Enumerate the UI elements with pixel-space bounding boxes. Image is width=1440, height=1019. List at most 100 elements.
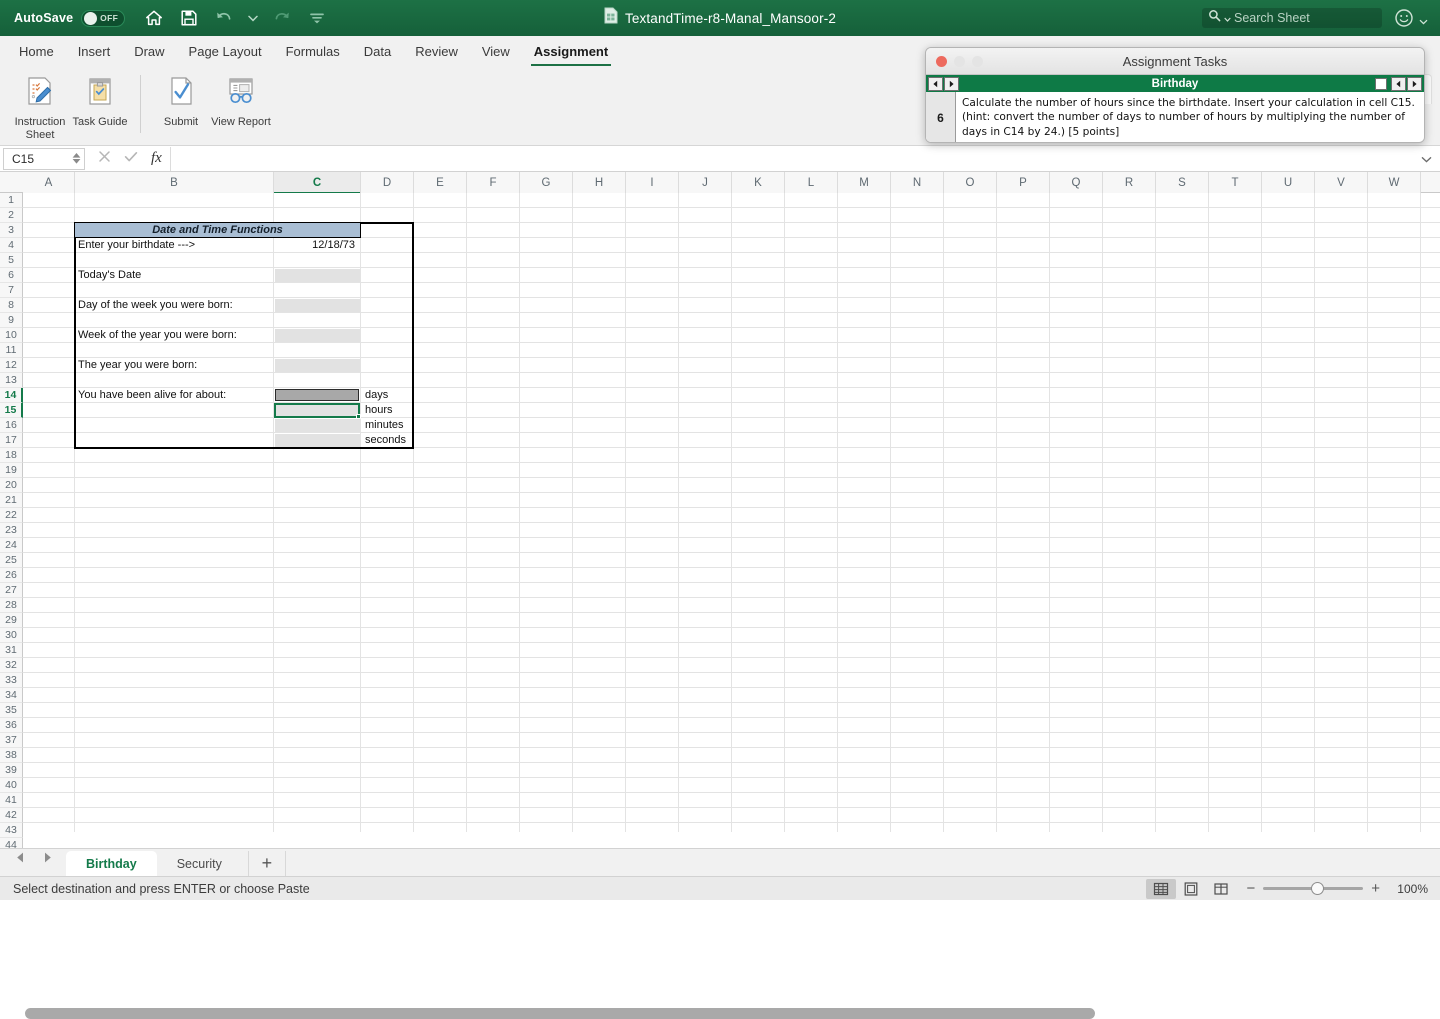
column-header-D[interactable]: D (361, 172, 414, 193)
cell-B10[interactable]: Week of the year you were born: (76, 328, 273, 342)
search-input[interactable]: Search Sheet (1234, 11, 1310, 25)
row-header-24[interactable]: 24 (0, 538, 23, 553)
next-sheet-icon[interactable] (41, 851, 54, 869)
submit-button[interactable]: Submit (151, 71, 211, 129)
page-break-view-icon[interactable] (1206, 879, 1236, 899)
save-icon[interactable] (178, 7, 200, 29)
zoom-out-button[interactable]: − (1246, 881, 1255, 896)
ribbon-tab-view[interactable]: View (471, 39, 521, 65)
column-header-F[interactable]: F (467, 172, 520, 193)
cell-B4[interactable]: Enter your birthdate ---> (76, 238, 273, 252)
column-header-W[interactable]: W (1368, 172, 1421, 193)
formula-bar-expand-icon[interactable] (1421, 150, 1432, 168)
row-header-9[interactable]: 9 (0, 313, 23, 328)
page-layout-view-icon[interactable] (1176, 879, 1206, 899)
column-header-U[interactable]: U (1262, 172, 1315, 193)
row-header-26[interactable]: 26 (0, 568, 23, 583)
customize-toolbar-icon[interactable] (306, 7, 328, 29)
sheet-tab-security[interactable]: Security (157, 851, 242, 876)
normal-view-icon[interactable] (1146, 878, 1177, 899)
cell-B8[interactable]: Day of the week you were born: (76, 298, 273, 312)
ribbon-tab-assignment[interactable]: Assignment (523, 39, 619, 66)
row-header-5[interactable]: 5 (0, 253, 23, 268)
column-header-O[interactable]: O (944, 172, 997, 193)
column-header-B[interactable]: B (75, 172, 274, 193)
row-header-20[interactable]: 20 (0, 478, 23, 493)
column-header-L[interactable]: L (785, 172, 838, 193)
column-header-T[interactable]: T (1209, 172, 1262, 193)
column-header-N[interactable]: N (891, 172, 944, 193)
row-header-32[interactable]: 32 (0, 658, 23, 673)
row-header-23[interactable]: 23 (0, 523, 23, 538)
row-header-16[interactable]: 16 (0, 418, 23, 433)
column-header-E[interactable]: E (414, 172, 467, 193)
zoom-slider[interactable]: − + (1246, 881, 1380, 896)
row-header-35[interactable]: 35 (0, 703, 23, 718)
row-header-13[interactable]: 13 (0, 373, 23, 388)
cell-D15[interactable]: hours (363, 403, 413, 417)
zoom-level-label[interactable]: 100% (1386, 882, 1428, 896)
column-header-C[interactable]: C (274, 172, 361, 194)
row-header-37[interactable]: 37 (0, 733, 23, 748)
row-header-40[interactable]: 40 (0, 778, 23, 793)
cancel-icon[interactable] (98, 150, 111, 168)
home-icon[interactable] (143, 7, 165, 29)
row-header-1[interactable]: 1 (0, 193, 23, 208)
row-header-10[interactable]: 10 (0, 328, 23, 343)
add-sheet-button[interactable]: + (247, 851, 286, 876)
feedback-group[interactable] (1394, 8, 1428, 33)
assignment-tasks-window[interactable]: Assignment Tasks Birthday 6 Calculate th… (925, 47, 1425, 143)
row-header-31[interactable]: 31 (0, 643, 23, 658)
column-header-G[interactable]: G (520, 172, 573, 193)
column-header-I[interactable]: I (626, 172, 679, 193)
column-header-J[interactable]: J (679, 172, 732, 193)
row-header-12[interactable]: 12 (0, 358, 23, 373)
copy-source-cell-C14[interactable] (275, 389, 359, 401)
active-cell-C15[interactable] (274, 403, 360, 418)
row-header-11[interactable]: 11 (0, 343, 23, 358)
grid-cells[interactable]: Date and Time Functions Enter your birthd… (23, 193, 1440, 832)
row-header-2[interactable]: 2 (0, 208, 23, 223)
ribbon-tab-draw[interactable]: Draw (123, 39, 175, 65)
row-header-15[interactable]: 15 (0, 403, 23, 418)
cell-B6[interactable]: Today's Date (76, 268, 273, 282)
row-header-17[interactable]: 17 (0, 433, 23, 448)
cell-D16[interactable]: minutes (363, 418, 413, 432)
horizontal-scrollbar[interactable] (25, 1008, 1095, 1019)
column-header-H[interactable]: H (573, 172, 626, 193)
row-header-39[interactable]: 39 (0, 763, 23, 778)
cell-D14[interactable]: days (363, 388, 413, 402)
row-header-41[interactable]: 41 (0, 793, 23, 808)
row-header-22[interactable]: 22 (0, 508, 23, 523)
row-header-38[interactable]: 38 (0, 748, 23, 763)
cell-B14[interactable]: You have been alive for about: (76, 388, 273, 402)
column-header-A[interactable]: A (23, 172, 75, 193)
task-window-titlebar[interactable]: Assignment Tasks (926, 48, 1424, 75)
instruction-sheet-button[interactable]: Instruction Sheet (10, 71, 70, 141)
row-header-36[interactable]: 36 (0, 718, 23, 733)
table-title-cell[interactable]: Date and Time Functions (74, 222, 361, 238)
row-header-34[interactable]: 34 (0, 688, 23, 703)
ribbon-tab-home[interactable]: Home (8, 39, 65, 65)
row-header-29[interactable]: 29 (0, 613, 23, 628)
zoom-track[interactable] (1263, 882, 1364, 895)
row-header-33[interactable]: 33 (0, 673, 23, 688)
task-guide-button[interactable]: Task Guide (70, 71, 130, 129)
spreadsheet-grid[interactable]: ABCDEFGHIJKLMNOPQRSTUVW 1 2 3 4 5 6 7 8 9 10 11 12 1… (0, 172, 1440, 1019)
feedback-chevron-icon[interactable] (1419, 12, 1428, 30)
sheet-tab-birthday[interactable]: Birthday (66, 851, 157, 876)
column-header-M[interactable]: M (838, 172, 891, 193)
enter-icon[interactable] (124, 150, 138, 168)
chevron-down-icon[interactable] (248, 7, 259, 29)
insert-function-icon[interactable]: fx (151, 150, 162, 167)
ribbon-tab-review[interactable]: Review (404, 39, 469, 65)
row-header-25[interactable]: 25 (0, 553, 23, 568)
row-header-18[interactable]: 18 (0, 448, 23, 463)
column-header-K[interactable]: K (732, 172, 785, 193)
column-header-P[interactable]: P (997, 172, 1050, 193)
row-header-27[interactable]: 27 (0, 583, 23, 598)
column-header-S[interactable]: S (1156, 172, 1209, 193)
redo-icon[interactable] (271, 7, 293, 29)
ribbon-tab-insert[interactable]: Insert (67, 39, 122, 65)
fill-handle[interactable] (356, 414, 361, 419)
